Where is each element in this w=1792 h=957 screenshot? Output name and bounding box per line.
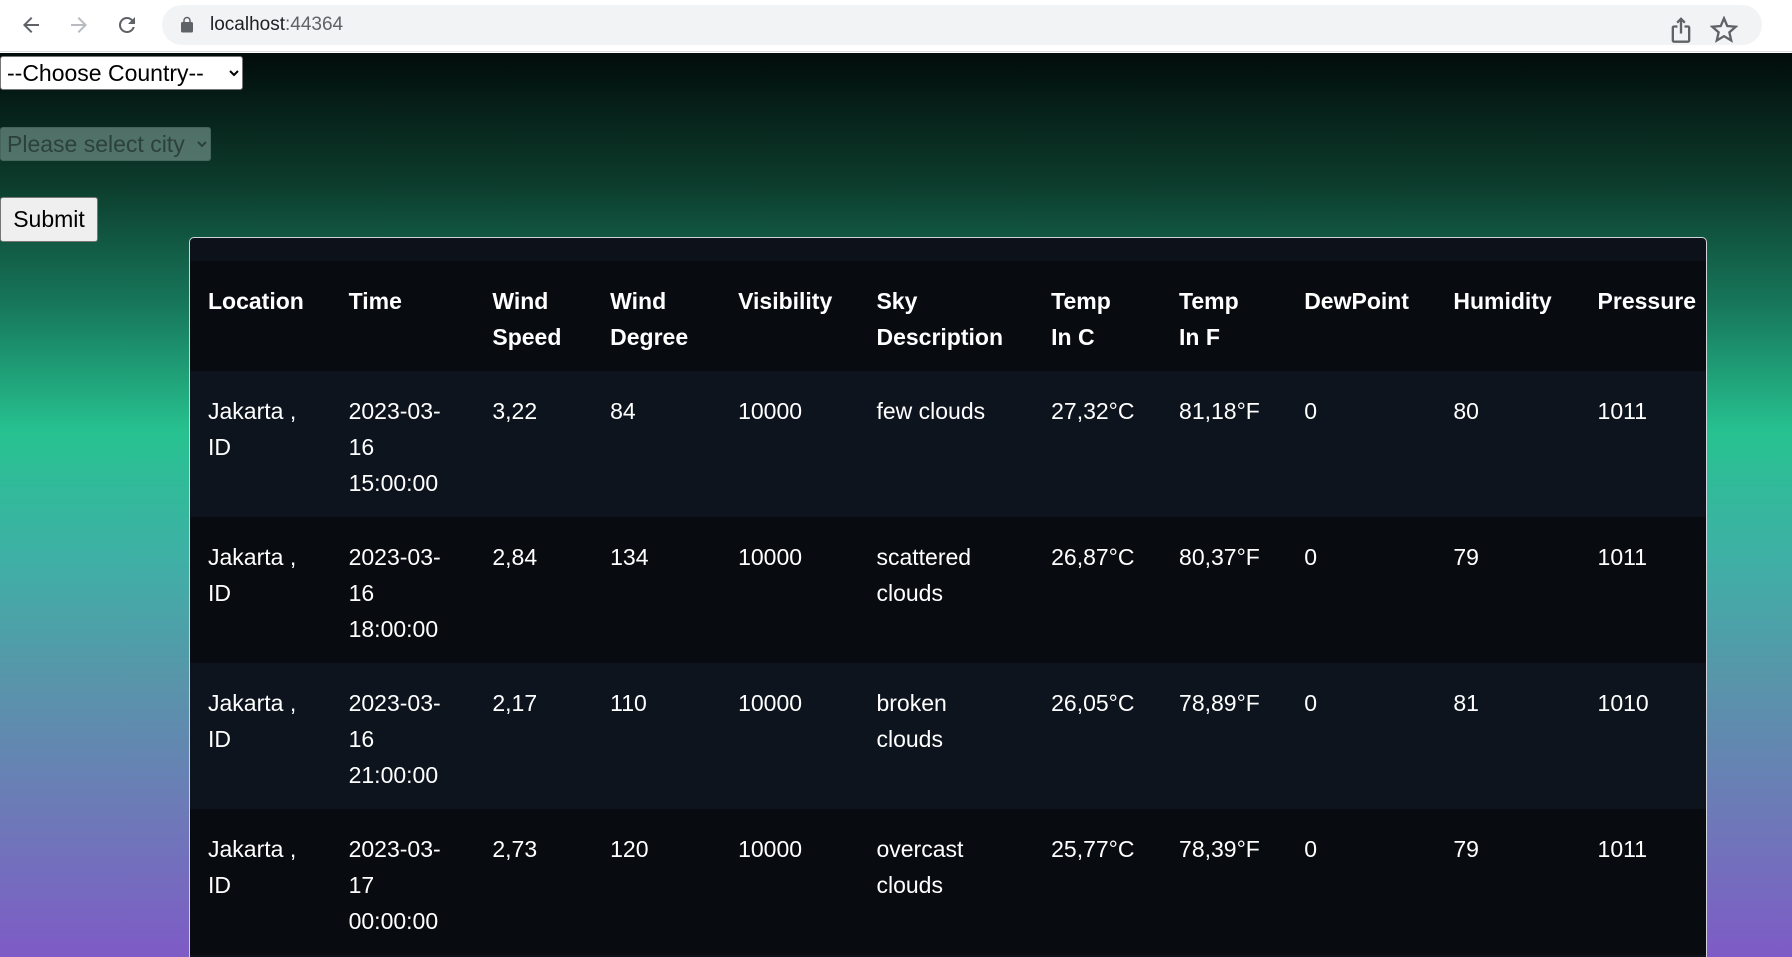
cell-dewpoint: 0 xyxy=(1304,544,1317,570)
cell-time: 2023-03- 16 15:00:00 xyxy=(348,398,441,496)
header-location: Location xyxy=(190,261,331,371)
header-temp-f: Temp In F xyxy=(1161,261,1287,371)
cell-humidity: 80 xyxy=(1453,398,1479,424)
cell-humidity: 81 xyxy=(1453,690,1479,716)
cell-dewpoint: 0 xyxy=(1304,690,1317,716)
url-host: localhost xyxy=(210,14,285,35)
arrow-right-icon xyxy=(71,17,87,33)
city-select[interactable]: Please select city xyxy=(0,127,211,161)
back-button[interactable] xyxy=(14,8,48,42)
cell-temp-f: 81,18°F xyxy=(1179,398,1260,424)
cell-wind-speed: 2,84 xyxy=(492,544,538,570)
cell-visibility: 10000 xyxy=(738,836,803,862)
table-header-row: Location Time Wind Speed Wind Degree Visib… xyxy=(190,261,1706,371)
cell-wind-degree: 134 xyxy=(610,544,649,570)
cell-wind-degree: 110 xyxy=(610,690,647,716)
cell-pressure: 1011 xyxy=(1597,544,1647,570)
table-row: Jakarta , ID 2023-03- 16 18:00:00 2,84 134 … xyxy=(190,517,1706,663)
cell-visibility: 10000 xyxy=(738,398,803,424)
cell-location: Jakarta , ID xyxy=(208,690,297,752)
cell-temp-c: 26,05°C xyxy=(1051,690,1135,716)
header-pressure: Pressure xyxy=(1579,261,1706,371)
cell-wind-speed: 3,22 xyxy=(492,398,538,424)
table-row: Jakarta , ID 2023-03- 17 00:00:00 2,73 120 … xyxy=(190,809,1706,955)
cell-location: Jakarta , ID xyxy=(208,544,297,606)
cell-wind-degree: 84 xyxy=(610,398,636,424)
header-sky-description: Sky Description xyxy=(858,261,1034,371)
cell-temp-f: 78,89°F xyxy=(1179,690,1260,716)
cell-visibility: 10000 xyxy=(738,690,803,716)
cell-pressure: 1011 xyxy=(1597,836,1647,862)
table-row: Jakarta , ID 2023-03- 16 21:00:00 2,17 110 … xyxy=(190,663,1706,809)
cell-temp-f: 80,37°F xyxy=(1179,544,1260,570)
cell-wind-speed: 2,73 xyxy=(492,836,538,862)
weather-table-container: Location Time Wind Speed Wind Degree Visib… xyxy=(189,237,1707,957)
cell-sky-description: broken clouds xyxy=(876,690,947,752)
address-bar[interactable]: localhost:44364 xyxy=(162,5,1762,45)
cell-time: 2023-03- 17 00:00:00 xyxy=(348,836,441,934)
cell-wind-degree: 120 xyxy=(610,836,649,862)
header-dewpoint: DewPoint xyxy=(1286,261,1436,371)
reload-icon xyxy=(118,16,135,33)
cell-time: 2023-03- 16 21:00:00 xyxy=(348,690,441,788)
cell-sky-description: scattered clouds xyxy=(876,544,972,606)
url-text: localhost:44364 xyxy=(210,14,343,36)
table-row: Jakarta , ID 2023-03- 16 15:00:00 3,22 84 1… xyxy=(190,371,1706,517)
country-select[interactable]: --Choose Country-- xyxy=(0,56,243,90)
cell-time: 2023-03- 16 18:00:00 xyxy=(348,544,441,642)
forward-button[interactable] xyxy=(62,8,96,42)
cell-temp-c: 25,77°C xyxy=(1051,836,1135,862)
cell-humidity: 79 xyxy=(1453,836,1479,862)
cell-temp-c: 27,32°C xyxy=(1051,398,1135,424)
url-port: :44364 xyxy=(285,14,344,35)
star-icon[interactable] xyxy=(1710,16,1738,44)
cell-temp-f: 78,39°F xyxy=(1179,836,1260,862)
reload-button[interactable] xyxy=(110,8,144,42)
header-visibility: Visibility xyxy=(720,261,859,371)
weather-table: Location Time Wind Speed Wind Degree Visib… xyxy=(190,261,1706,955)
arrow-left-icon xyxy=(23,17,39,33)
header-wind-speed: Wind Speed xyxy=(474,261,593,371)
browser-toolbar: localhost:44364 xyxy=(0,0,1792,52)
cell-location: Jakarta , ID xyxy=(208,398,297,460)
cell-location: Jakarta , ID xyxy=(208,836,297,898)
submit-button[interactable]: Submit xyxy=(0,197,98,242)
cell-wind-speed: 2,17 xyxy=(492,690,538,716)
page-content: --Choose Country-- Please select city Su… xyxy=(0,53,1792,957)
header-wind-degree: Wind Degree xyxy=(592,261,721,371)
share-icon[interactable] xyxy=(1667,16,1695,44)
cell-visibility: 10000 xyxy=(738,544,803,570)
cell-humidity: 79 xyxy=(1453,544,1479,570)
table-body: Jakarta , ID 2023-03- 16 15:00:00 3,22 84 1… xyxy=(190,371,1706,955)
cell-temp-c: 26,87°C xyxy=(1051,544,1135,570)
header-humidity: Humidity xyxy=(1435,261,1580,371)
cell-dewpoint: 0 xyxy=(1304,836,1317,862)
header-time: Time xyxy=(330,261,475,371)
cell-sky-description: overcast clouds xyxy=(876,836,964,898)
cell-pressure: 1010 xyxy=(1597,690,1649,716)
cell-dewpoint: 0 xyxy=(1304,398,1317,424)
lock-icon[interactable] xyxy=(178,16,196,34)
header-temp-c: Temp In C xyxy=(1033,261,1162,371)
cell-pressure: 1011 xyxy=(1597,398,1647,424)
cell-sky-description: few clouds xyxy=(876,398,986,424)
